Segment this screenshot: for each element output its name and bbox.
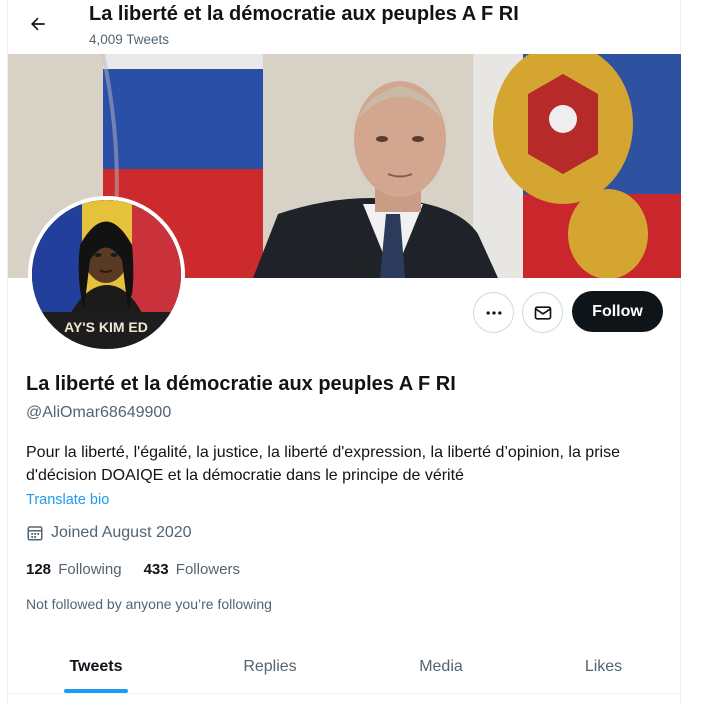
not-followed-notice: Not followed by anyone you’re following [26,596,272,612]
follow-button[interactable]: Follow [572,291,663,332]
active-tab-indicator [64,689,128,693]
follow-stats: 128 Following 433 Followers [26,561,262,578]
tab-tweets[interactable]: Tweets [8,640,184,693]
joined-label: Joined August 2020 [51,524,192,541]
avatar-image: AY'S KIM ED [32,200,181,349]
avatar-caption: AY'S KIM ED [64,319,148,335]
more-options-button[interactable] [473,292,514,333]
translate-bio-link[interactable]: Translate bio [26,492,109,508]
tab-replies-label: Replies [243,657,297,675]
profile-tabs: Tweets Replies Media Likes [8,640,681,694]
following-link[interactable]: 128 Following [26,561,122,578]
tab-media-label: Media [419,657,463,675]
tab-replies[interactable]: Replies [184,640,356,693]
profile-handle: @AliOmar68649900 [26,404,172,421]
following-label: Following [58,561,122,578]
tab-tweets-label: Tweets [69,657,123,675]
following-count: 128 [26,561,52,578]
back-button[interactable] [20,6,56,42]
profile-name: La liberté et la démocratie aux peuples … [26,373,456,395]
tab-media[interactable]: Media [356,640,526,693]
calendar-icon [27,526,43,541]
message-button[interactable] [522,292,563,333]
followers-count: 433 [143,561,169,578]
more-horizontal-icon [486,310,501,315]
joined-date: Joined August 2020 [26,524,192,542]
followers-label: Followers [175,561,240,578]
profile-avatar[interactable]: AY'S KIM ED [28,196,185,353]
header-title: La liberté et la démocratie aux peuples … [89,3,519,25]
tab-likes[interactable]: Likes [526,640,681,693]
profile-column: La liberté et la démocratie aux peuples … [7,0,681,705]
profile-header: La liberté et la démocratie aux peuples … [8,0,680,53]
tweet-count: 4,009 Tweets [89,32,170,47]
back-arrow-icon [31,17,45,31]
profile-bio: Pour la liberté, l'égalité, la justice, … [26,444,620,484]
envelope-icon [534,305,551,320]
tab-likes-label: Likes [584,657,623,675]
followers-link[interactable]: 433 Followers [144,561,240,578]
